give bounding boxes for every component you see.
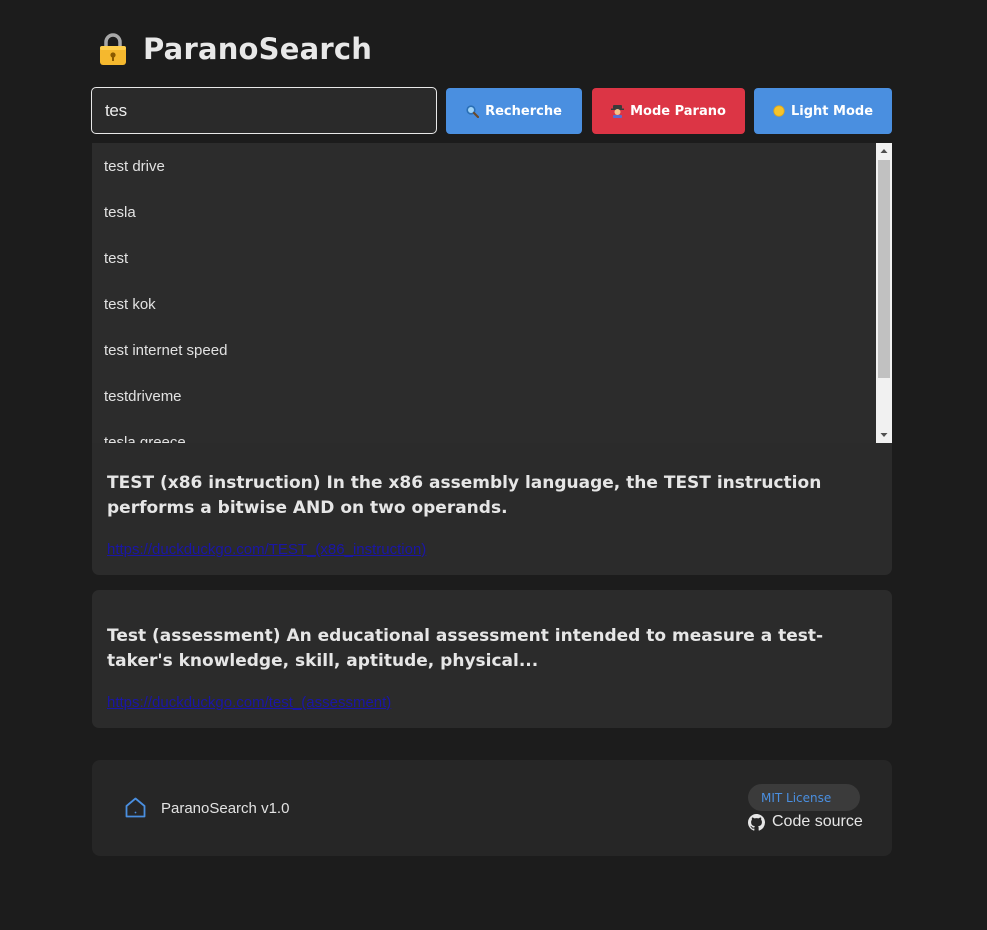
license-badge[interactable]: MIT License xyxy=(748,784,860,811)
search-input[interactable] xyxy=(91,87,437,134)
github-icon xyxy=(748,813,765,831)
suggestion-item[interactable]: test drive xyxy=(92,143,892,189)
header: ParanoSearch xyxy=(97,30,372,68)
page: ParanoSearch Recherche Mode Parano Light… xyxy=(0,0,987,930)
magnifier-icon xyxy=(466,104,480,118)
search-button-label: Recherche xyxy=(485,103,562,119)
app-title: ParanoSearch xyxy=(143,32,373,66)
scroll-down-icon[interactable] xyxy=(876,427,892,443)
autocomplete-dropdown: test drive tesla test test kok test inte… xyxy=(92,143,892,443)
suggestion-item[interactable]: tesla greece xyxy=(92,419,892,444)
suggestion-item[interactable]: test internet speed xyxy=(92,327,892,373)
dropdown-scrollbar[interactable] xyxy=(876,143,892,443)
home-icon xyxy=(125,797,146,818)
suggestion-item[interactable]: test kok xyxy=(92,281,892,327)
search-result: TEST (x86 instruction) In the x86 assemb… xyxy=(92,436,892,575)
footer: ParanoSearch v1.0 MIT License Code sourc… xyxy=(92,760,892,856)
lock-icon xyxy=(100,33,126,65)
parano-button-label: Mode Parano xyxy=(630,103,726,119)
source-link-label: Code source xyxy=(772,813,863,830)
search-button[interactable]: Recherche xyxy=(446,88,582,134)
suggestion-item[interactable]: tesla xyxy=(92,189,892,235)
sun-icon xyxy=(773,105,785,117)
light-mode-button[interactable]: Light Mode xyxy=(754,88,892,134)
result-link[interactable]: https://duckduckgo.com/test_(assessment) xyxy=(107,694,391,711)
source-code-link[interactable]: Code source xyxy=(748,813,863,831)
suggestion-item[interactable]: test xyxy=(92,235,892,281)
suggestion-item[interactable]: testdriveme xyxy=(92,373,892,419)
scroll-up-icon[interactable] xyxy=(876,143,892,159)
detective-icon xyxy=(611,105,625,118)
parano-mode-button[interactable]: Mode Parano xyxy=(592,88,745,134)
footer-version: ParanoSearch v1.0 xyxy=(161,800,290,817)
result-title: TEST (x86 instruction) In the x86 assemb… xyxy=(107,473,822,518)
search-result: Test (assessment) An educational assessm… xyxy=(92,590,892,728)
result-title: Test (assessment) An educational assessm… xyxy=(107,626,824,671)
result-link[interactable]: https://duckduckgo.com/TEST_(x86_instruc… xyxy=(107,541,426,558)
light-button-label: Light Mode xyxy=(790,103,874,119)
scrollbar-thumb[interactable] xyxy=(878,160,890,378)
